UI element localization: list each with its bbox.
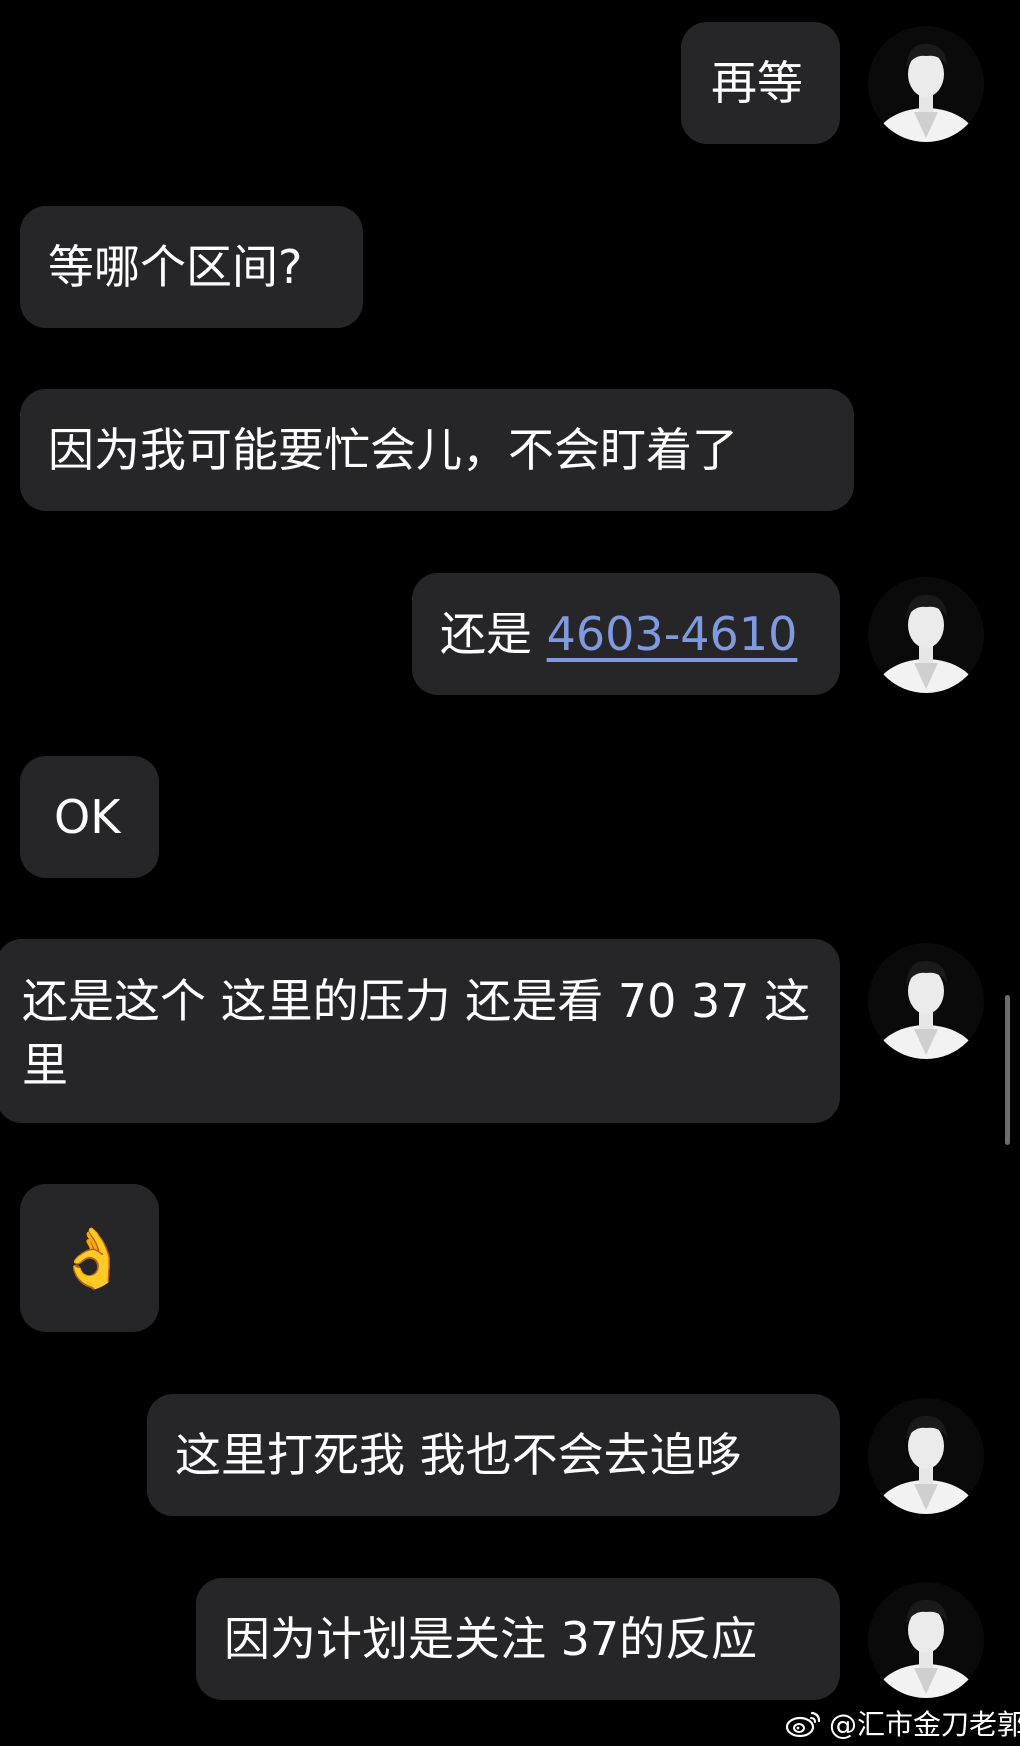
avatar[interactable] xyxy=(868,943,984,1059)
message-text: OK xyxy=(54,790,121,844)
avatar-image xyxy=(868,1398,984,1514)
avatar-image xyxy=(868,577,984,693)
avatar[interactable] xyxy=(868,577,984,693)
ok-hand-emoji: 👌 xyxy=(56,1224,129,1292)
message-text: 等哪个区间? xyxy=(48,240,303,294)
message-text: 还是这个 这里的压力 还是看 70 37 这里 xyxy=(22,974,811,1092)
message-bubble[interactable]: 等哪个区间? xyxy=(20,206,363,328)
avatar-image xyxy=(868,1582,984,1698)
message-bubble[interactable]: 因为计划是关注 37的反应 xyxy=(196,1578,840,1700)
message-bubble[interactable]: 👌 xyxy=(20,1184,159,1332)
weibo-icon xyxy=(785,1707,823,1739)
message-text: 这里打死我 我也不会去追哆 xyxy=(175,1428,742,1482)
message-bubble[interactable]: 再等 xyxy=(681,22,840,144)
watermark: @汇市金刀老郭 xyxy=(785,1703,1020,1743)
avatar[interactable] xyxy=(868,26,984,142)
message-bubble[interactable]: 还是 4603-4610 xyxy=(412,573,840,695)
message-text: 再等 xyxy=(711,56,803,110)
message-text: 因为计划是关注 37的反应 xyxy=(224,1612,758,1666)
message-bubble[interactable]: OK xyxy=(20,756,159,878)
avatar[interactable] xyxy=(868,1398,984,1514)
message-bubble[interactable]: 还是这个 这里的压力 还是看 70 37 这里 xyxy=(0,939,840,1123)
number-range-link[interactable]: 4603-4610 xyxy=(547,607,798,661)
avatar-image xyxy=(868,943,984,1059)
message-bubble[interactable]: 这里打死我 我也不会去追哆 xyxy=(147,1394,840,1516)
avatar-image xyxy=(868,26,984,142)
message-bubble[interactable]: 因为我可能要忙会儿，不会盯着了 xyxy=(20,389,854,511)
avatar[interactable] xyxy=(868,1582,984,1698)
message-text: 还是 xyxy=(440,607,547,661)
scrollbar[interactable] xyxy=(1005,995,1010,1145)
watermark-text: @汇市金刀老郭 xyxy=(829,1708,1020,1741)
message-text: 因为我可能要忙会儿，不会盯着了 xyxy=(48,423,738,477)
